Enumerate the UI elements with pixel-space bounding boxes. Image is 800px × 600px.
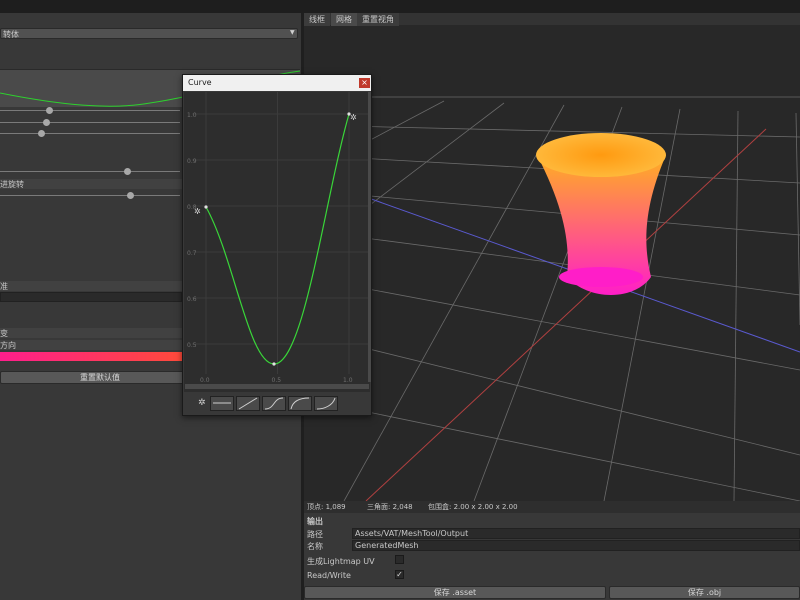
mesh-type-dropdown-value: 转体 [3,30,19,39]
curve-keyframe[interactable] [272,362,276,366]
name-input[interactable]: GeneratedMesh [352,540,800,551]
section-a-field[interactable] [0,292,182,302]
curve-x-tick: 0.0 [200,377,210,384]
z-axis-line [304,174,800,353]
preset-constant[interactable] [210,396,234,411]
viewport-toolbar: 线框 网格 重置视角 [304,13,800,26]
lightmap-label: 生成Lightmap UV [307,557,375,566]
direction-label: 方向 [0,341,16,350]
section-b-bar[interactable]: 变 [0,328,182,338]
slider-track-5 [0,195,180,196]
scene-canvas [304,96,800,501]
curve-editor-window: Curve × 1.0 0.9 0.8 0.7 0.6 0.5 0.0 0.5 1.0 ✲ ✲ ✲ [182,74,372,416]
slider-handle-3[interactable] [38,130,45,137]
curve-y-tick: 1.0 [187,112,197,119]
curve-y-tick: 0.7 [187,250,197,257]
key-settings-icon[interactable]: ✲ [194,207,201,216]
grid-line [795,112,800,326]
preset-linear[interactable] [236,396,260,411]
save-asset-button[interactable]: 保存 .asset [304,586,606,599]
preset-ease-out[interactable] [288,396,312,411]
section-a-label: 准 [0,282,8,291]
curve-x-tick: 0.5 [272,377,282,384]
readwrite-label: Read/Write [307,571,351,580]
section-a-bar[interactable]: 准 [0,281,182,291]
curve-preset-bar: ✲ [183,393,371,415]
path-value: Assets/VAT/MeshTool/Output [355,529,469,538]
curve-keyframe[interactable] [204,205,208,209]
vertex-count: 顶点: 1,089 [307,503,346,511]
curve-window-title: Curve [188,78,212,87]
path-label: 路径 [307,530,323,539]
lightmap-checkbox[interactable] [395,555,404,564]
grid-line [304,332,800,456]
grid-line [333,404,800,501]
section-b-label: 变 [0,329,8,338]
readwrite-checkbox[interactable]: ✓ [395,570,404,579]
top-bar [0,0,800,13]
curve-graph: 1.00.90.80.70.60.50.0 0.5 1.0✲✲ [187,92,370,384]
save-obj-button[interactable]: 保存 .obj [609,586,800,599]
grid-line [733,110,739,501]
slider-handle-1[interactable] [46,107,53,114]
curve-graph-area[interactable]: 1.0 0.9 0.8 0.7 0.6 0.5 0.0 0.5 1.0 ✲ ✲ [184,92,370,392]
slider-track-2 [0,122,180,123]
grid-line [343,104,565,501]
grid-line [304,229,800,296]
slider-handle-2[interactable] [43,119,50,126]
rotation-section-bar[interactable]: 进旋转 [0,179,182,189]
color-gradient-field[interactable] [0,352,182,361]
direction-bar[interactable]: 方向 [0,340,182,350]
generated-mesh [536,133,666,295]
slider-track-3 [0,133,180,134]
name-value: GeneratedMesh [355,541,419,550]
preset-ease-in-out[interactable] [262,396,286,411]
slider-handle-4[interactable] [124,168,131,175]
grid-line [304,276,800,371]
curve-vertical-scrollbar[interactable] [368,92,371,382]
rotation-section-label: 进旋转 [0,180,24,189]
slider-handle-5[interactable] [127,192,134,199]
preset-ease-in[interactable] [314,396,338,411]
curve-window-titlebar[interactable]: Curve × [183,75,371,91]
grid-line [304,189,800,236]
slider-track-4 [0,171,180,172]
curve-x-tick: 1.0 [343,377,353,384]
bounds-size: 包围盒: 2.00 x 2.00 x 2.00 [428,503,518,511]
stats-bar: 顶点: 1,089 三角面: 2,048 包围盒: 2.00 x 2.00 x … [304,501,800,513]
key-settings-icon[interactable]: ✲ [350,113,357,122]
mesh-type-dropdown[interactable]: 转体 ▼ [0,28,298,39]
curve-horizontal-scrollbar[interactable] [185,384,369,389]
gear-icon[interactable]: ✲ [198,398,206,408]
output-panel: 输出 路径 Assets/VAT/MeshTool/Output 名称 Gene… [304,513,800,600]
output-header: 输出 [307,517,323,526]
slider-track-1 [0,110,180,111]
scene-viewport[interactable]: 线框 网格 重置视角 顶点: 1,089 三角面: 2,048 包围盒: 2.0… [304,13,800,600]
close-icon[interactable]: × [359,78,370,88]
chevron-down-icon: ▼ [290,29,295,36]
curve-y-tick: 0.5 [187,342,197,349]
name-label: 名称 [307,542,323,551]
curve-y-tick: 0.9 [187,158,197,165]
curve-y-tick: 0.6 [187,296,197,303]
path-input[interactable]: Assets/VAT/MeshTool/Output [352,528,800,539]
reset-defaults-button[interactable]: 重置默认值 [0,371,200,384]
triangle-count: 三角面: 2,048 [367,503,413,511]
